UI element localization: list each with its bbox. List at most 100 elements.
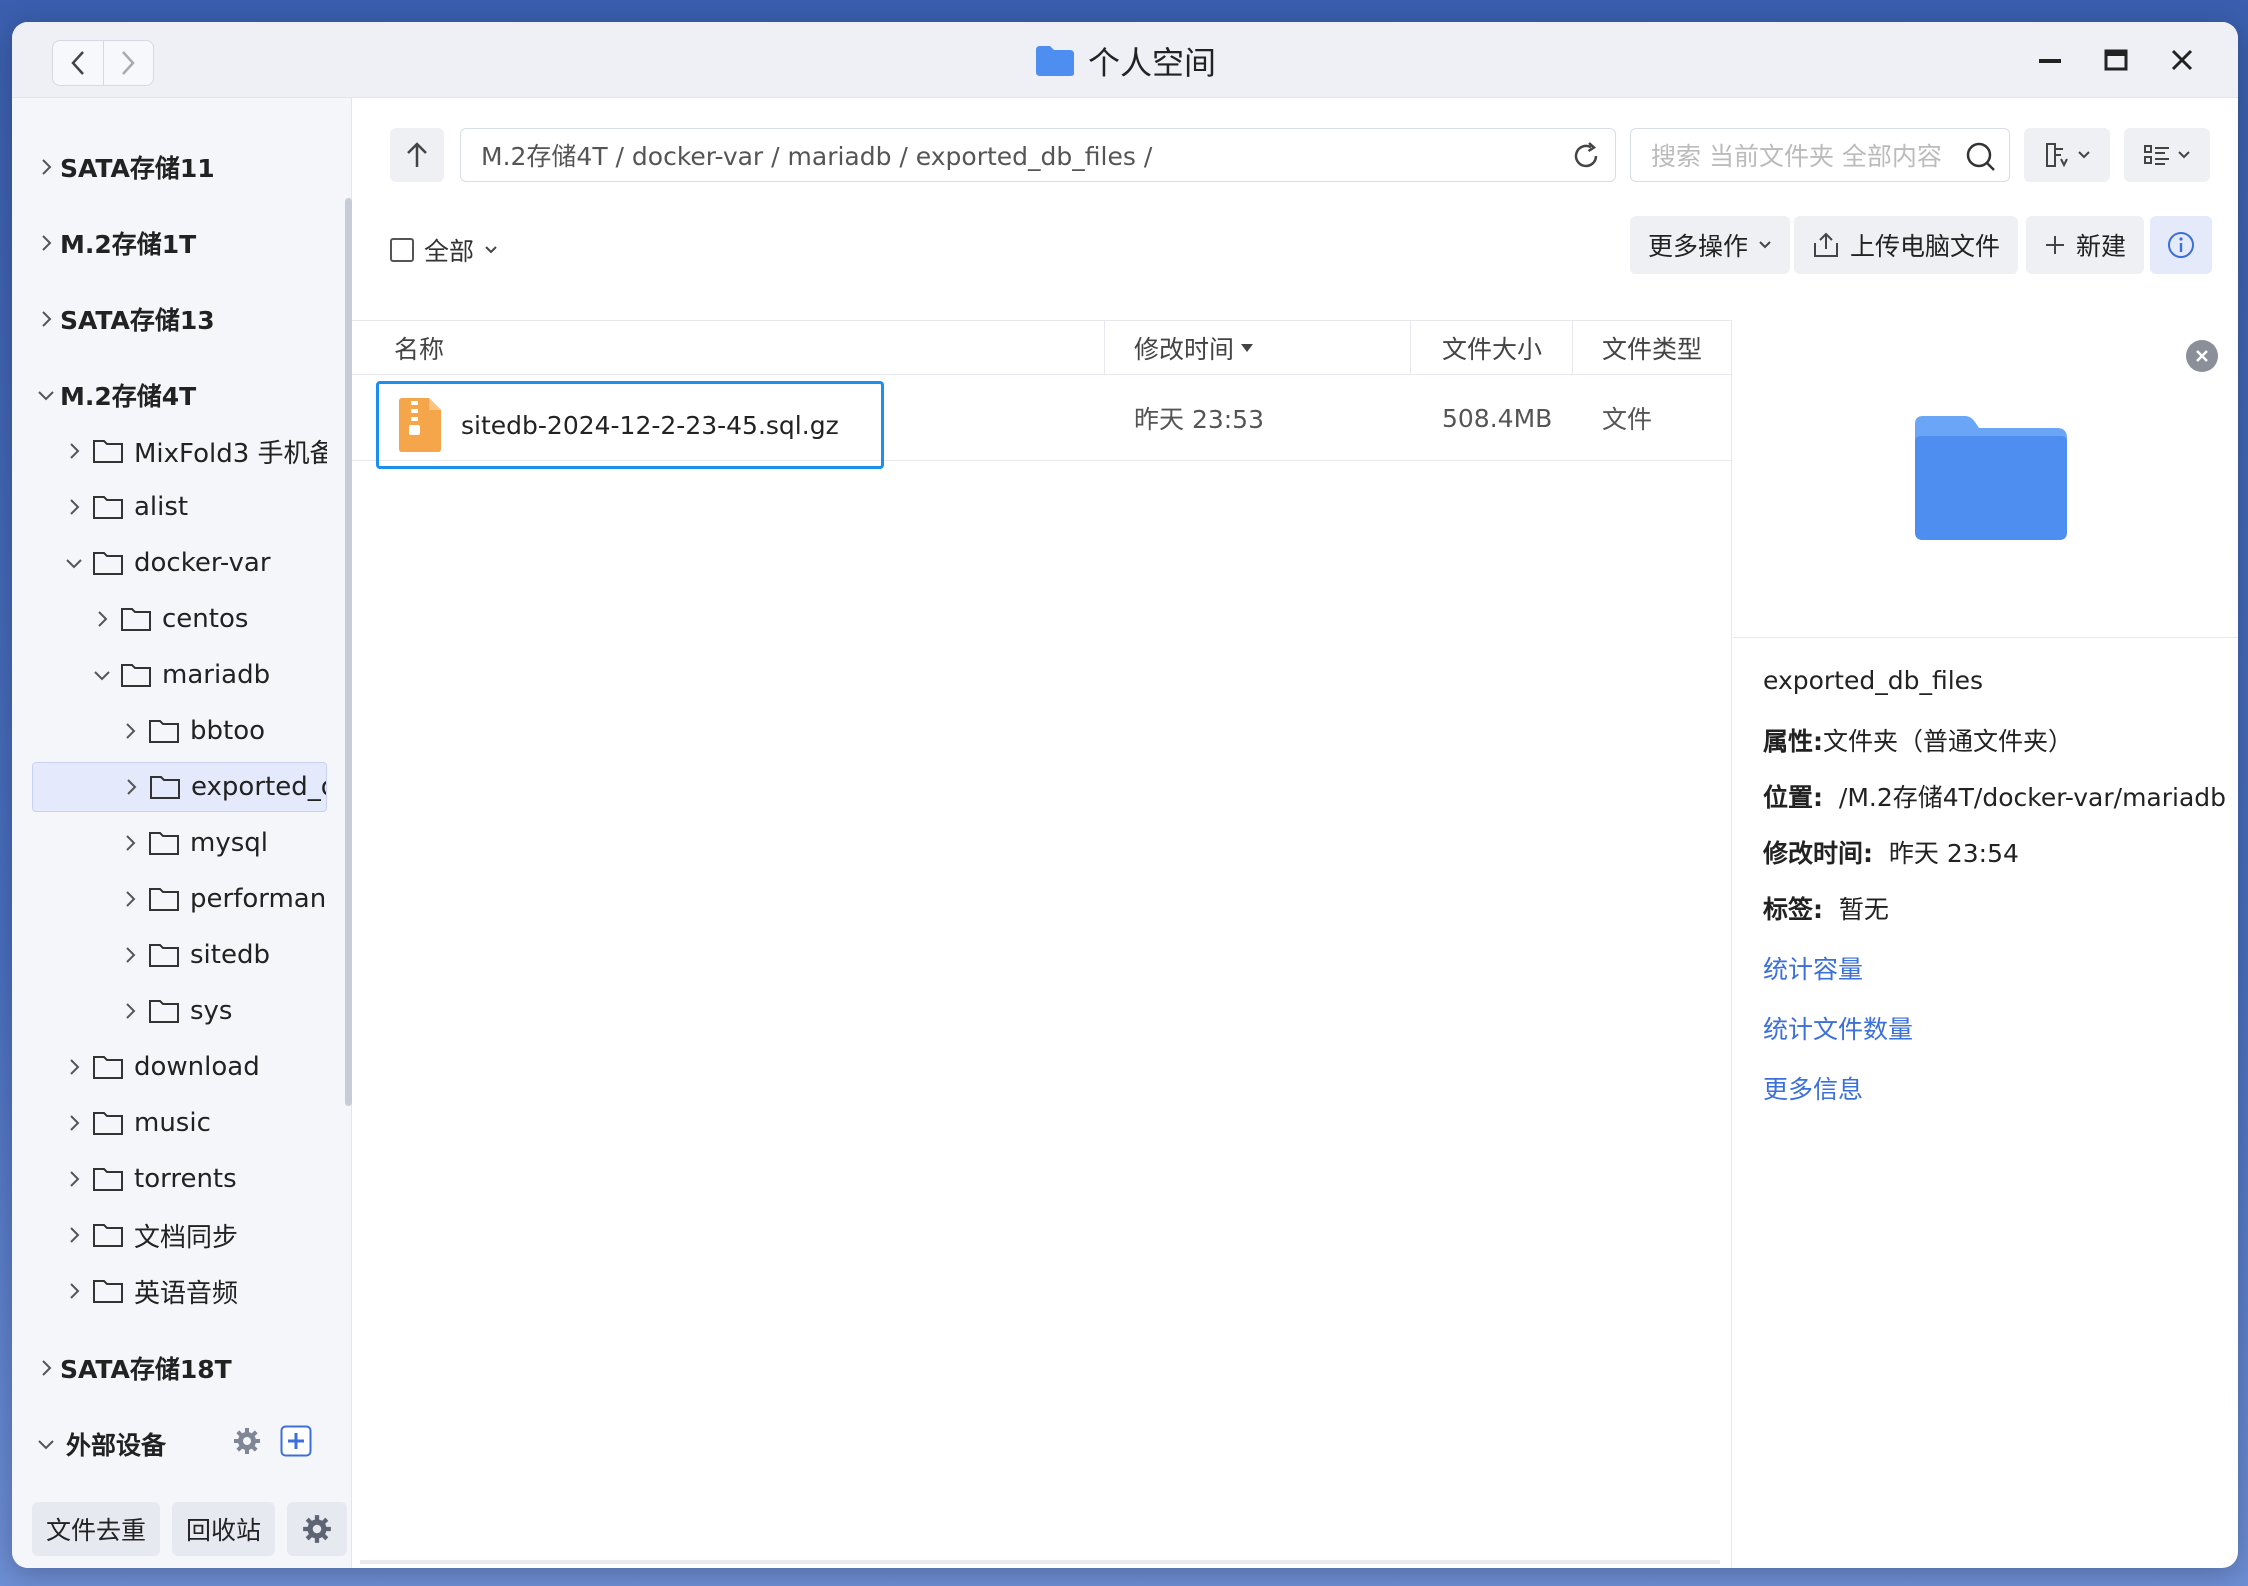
file-table: 名称 修改时间 文件大小 文件类型 sitedb-2024-12-2-23-45…: [352, 320, 1732, 1568]
chevron-right-icon[interactable]: [32, 305, 60, 333]
folder-outline-icon: [149, 773, 183, 801]
sidebar-root-m2-4t[interactable]: M.2存储4T: [32, 370, 327, 420]
more-info-link[interactable]: 更多信息: [1763, 1070, 1863, 1106]
refresh-icon[interactable]: [1571, 141, 1601, 177]
select-all-control[interactable]: 全部: [390, 232, 498, 268]
maximize-button[interactable]: [2100, 44, 2132, 76]
more-actions-button[interactable]: 更多操作: [1630, 216, 1791, 274]
chevron-right-icon[interactable]: [116, 885, 144, 913]
chevron-right-icon[interactable]: [60, 1277, 88, 1305]
column-header-type[interactable]: 文件类型: [1602, 321, 1702, 375]
tree-item-docker-var[interactable]: docker-var: [32, 538, 327, 588]
chevron-right-icon[interactable]: [116, 997, 144, 1025]
sidebar-root-sata13[interactable]: SATA存储13: [32, 294, 327, 344]
tree-label: centos: [162, 604, 249, 634]
sidebar-external-devices[interactable]: 外部设备: [32, 1419, 222, 1469]
window-title-text: 个人空间: [1087, 44, 1216, 82]
sort-dropdown-button[interactable]: [2024, 128, 2110, 182]
sidebar: SATA存储11 M.2存储1T SATA存储13 M.2存储4T MixFol…: [12, 98, 352, 1568]
gear-icon[interactable]: [232, 1426, 262, 1460]
search-input[interactable]: 搜索 当前文件夹 全部内容: [1630, 128, 2010, 182]
tree-item-mixfold3[interactable]: MixFold3 手机备: [32, 426, 327, 476]
recycle-bin-button[interactable]: 回收站: [172, 1502, 276, 1556]
view-mode-dropdown-button[interactable]: [2124, 128, 2210, 182]
file-name-cell-selected[interactable]: sitedb-2024-12-2-23-45.sql.gz: [376, 381, 884, 469]
chevron-down-icon[interactable]: [32, 1430, 60, 1458]
chevron-right-icon[interactable]: [60, 1109, 88, 1137]
upload-button[interactable]: 上传电脑文件: [1794, 216, 2019, 274]
tree-item-bbtoo[interactable]: bbtoo: [32, 706, 327, 756]
table-row[interactable]: sitedb-2024-12-2-23-45.sql.gz 昨天 23:53 5…: [352, 375, 1731, 469]
tree-item-english-audio[interactable]: 英语音频: [32, 1266, 327, 1316]
chevron-down-icon[interactable]: [88, 661, 116, 689]
chevron-right-icon[interactable]: [116, 829, 144, 857]
column-header-name[interactable]: 名称: [394, 321, 444, 375]
file-type: 文件: [1602, 405, 1653, 434]
column-header-modified-label: 修改时间: [1134, 335, 1235, 364]
chevron-right-icon[interactable]: [60, 1221, 88, 1249]
column-resize-handle[interactable]: [1104, 321, 1105, 375]
dedupe-button[interactable]: 文件去重: [32, 1502, 161, 1556]
chevron-right-icon[interactable]: [60, 437, 88, 465]
settings-button[interactable]: [287, 1502, 348, 1556]
tree-label: download: [134, 1052, 260, 1082]
sidebar-root-sata18t[interactable]: SATA存储18T: [32, 1343, 327, 1393]
folder-outline-icon: [148, 717, 182, 745]
tree-label: sys: [190, 996, 233, 1026]
folder-outline-icon: [92, 549, 126, 577]
close-info-button[interactable]: [2186, 340, 2218, 372]
column-resize-handle[interactable]: [1572, 321, 1573, 375]
tree-label: 文档同步: [134, 1222, 239, 1253]
column-header-modified[interactable]: 修改时间: [1134, 321, 1254, 375]
info-attr-value: 文件夹（普通文件夹）: [1823, 727, 2074, 756]
tree-item-download[interactable]: download: [32, 1042, 327, 1092]
close-button[interactable]: [2166, 44, 2198, 76]
chevron-right-icon[interactable]: [60, 1165, 88, 1193]
chevron-right-icon[interactable]: [32, 229, 60, 257]
parent-folder-button[interactable]: [390, 128, 444, 182]
tree-item-music[interactable]: music: [32, 1098, 327, 1148]
sidebar-scrollbar[interactable]: [345, 198, 352, 1106]
sidebar-root-sata11[interactable]: SATA存储11: [32, 142, 327, 192]
tree-item-mysql[interactable]: mysql: [32, 818, 327, 868]
folder-outline-icon: [92, 1277, 126, 1305]
tree-item-sitedb[interactable]: sitedb: [32, 930, 327, 980]
chevron-right-icon[interactable]: [116, 941, 144, 969]
chevron-right-icon[interactable]: [32, 1354, 60, 1382]
tree-item-alist[interactable]: alist: [32, 482, 327, 532]
chevron-right-icon[interactable]: [60, 493, 88, 521]
sidebar-root-m2-1t[interactable]: M.2存储1T: [32, 218, 327, 268]
minimize-button[interactable]: [2034, 44, 2066, 76]
chevron-right-icon[interactable]: [117, 773, 145, 801]
stat-file-count-link[interactable]: 统计文件数量: [1763, 1010, 1913, 1046]
info-tags-value: 暂无: [1838, 895, 1889, 924]
list-view-icon: [2144, 145, 2169, 165]
select-all-checkbox[interactable]: [390, 238, 414, 262]
tree-label: sitedb: [190, 940, 270, 970]
tree-label: SATA存储11: [60, 154, 215, 183]
info-location-label: 位置:: [1763, 783, 1823, 812]
column-header-size[interactable]: 文件大小: [1442, 321, 1542, 375]
new-button[interactable]: 新建: [2026, 216, 2145, 274]
tree-item-exported-db-files[interactable]: exported_db_files: [32, 762, 327, 812]
tree-item-centos[interactable]: centos: [32, 594, 327, 644]
chevron-down-icon[interactable]: [60, 549, 88, 577]
chevron-right-icon[interactable]: [32, 153, 60, 181]
column-resize-handle[interactable]: [1410, 321, 1411, 375]
path-bar[interactable]: M.2存储4T / docker-var / mariadb / exporte…: [460, 128, 1616, 182]
tree-item-performance-schema[interactable]: performance_schema: [32, 874, 327, 924]
chevron-right-icon[interactable]: [88, 605, 116, 633]
tree-item-sys[interactable]: sys: [32, 986, 327, 1036]
chevron-right-icon[interactable]: [60, 1053, 88, 1081]
tree-item-doc-sync[interactable]: 文档同步: [32, 1210, 327, 1260]
add-device-icon[interactable]: [280, 1425, 312, 1461]
tree-item-mariadb[interactable]: mariadb: [32, 650, 327, 700]
chevron-right-icon[interactable]: [116, 717, 144, 745]
chevron-down-icon[interactable]: [32, 381, 60, 409]
search-icon[interactable]: [1965, 141, 1997, 179]
info-modified-label: 修改时间:: [1763, 839, 1873, 868]
info-toggle-button[interactable]: [2150, 216, 2212, 274]
tree-item-torrents[interactable]: torrents: [32, 1154, 327, 1204]
table-horizontal-scrollbar[interactable]: [360, 1560, 1720, 1564]
stat-capacity-link[interactable]: 统计容量: [1763, 950, 1863, 986]
